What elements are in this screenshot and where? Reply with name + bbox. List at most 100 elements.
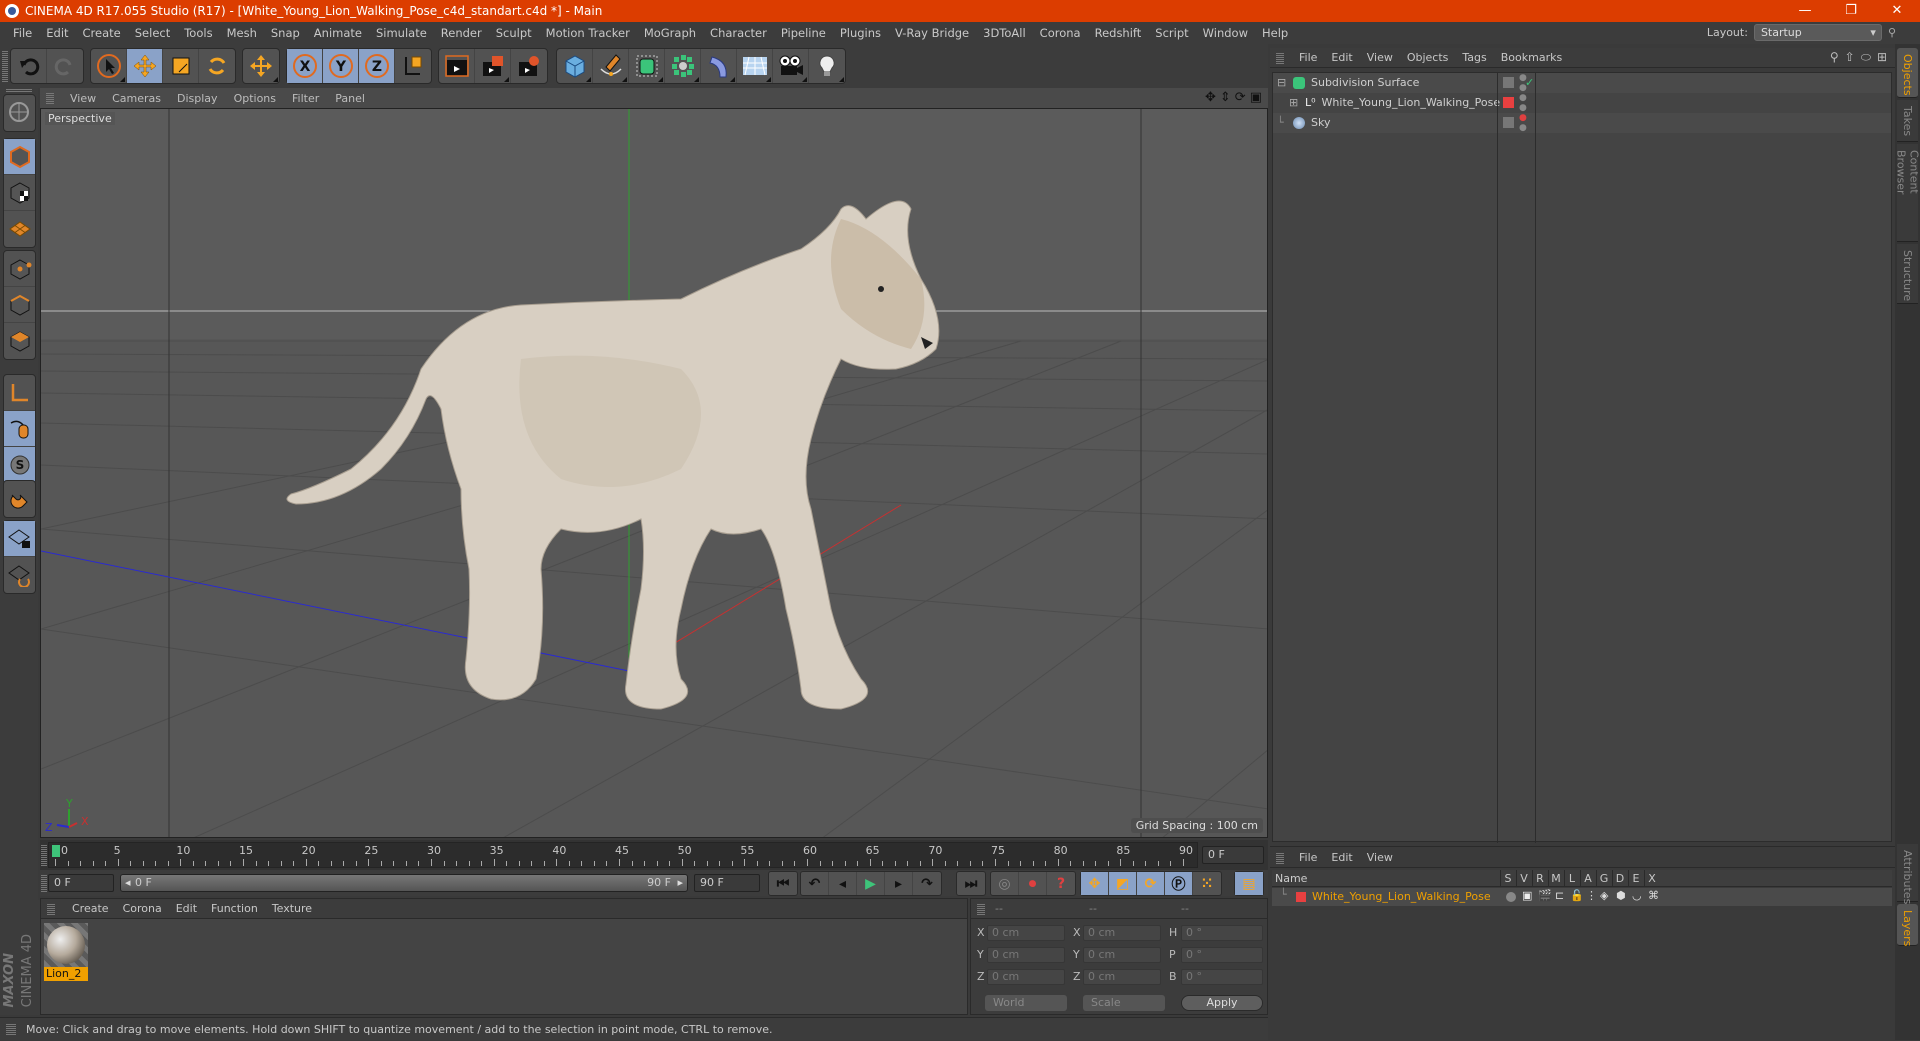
start-frame-field[interactable]: 0 F bbox=[48, 874, 114, 892]
search-icon[interactable]: ⚲ bbox=[1830, 50, 1839, 65]
manager-toggle-icon[interactable]: ⊏ bbox=[1555, 889, 1564, 902]
tweak-mode-icon[interactable] bbox=[4, 411, 35, 447]
bend-deformer-icon[interactable] bbox=[701, 49, 737, 83]
material-menu-corona[interactable]: Corona bbox=[116, 902, 169, 915]
material-menu-texture[interactable]: Texture bbox=[265, 902, 319, 915]
menu-help[interactable]: Help bbox=[1255, 26, 1295, 40]
viewport-menu-cameras[interactable]: Cameras bbox=[104, 92, 169, 105]
pen-spline-icon[interactable] bbox=[593, 49, 629, 83]
menu-mograph[interactable]: MoGraph bbox=[637, 26, 703, 40]
key-parameter-button[interactable]: Ⓟ bbox=[1165, 872, 1193, 895]
camera-icon[interactable] bbox=[773, 49, 809, 83]
column-s[interactable]: S bbox=[1500, 870, 1515, 887]
menu-animate[interactable]: Animate bbox=[307, 26, 369, 40]
make-editable-icon[interactable] bbox=[4, 95, 35, 131]
previous-frame-button[interactable]: ◂ bbox=[829, 872, 857, 895]
menu-create[interactable]: Create bbox=[76, 26, 128, 40]
viewport-menu-options[interactable]: Options bbox=[226, 92, 284, 105]
column-m[interactable]: M bbox=[1548, 870, 1563, 887]
tab-layers[interactable]: Layers bbox=[1897, 904, 1918, 946]
play-button[interactable]: ▶ bbox=[857, 872, 885, 895]
end-frame-field[interactable]: 90 F bbox=[694, 874, 760, 892]
pan-view-icon[interactable]: ✥ bbox=[1205, 90, 1216, 105]
layer-name[interactable]: White_Young_Lion_Walking_Pose bbox=[1312, 890, 1491, 903]
column-g[interactable]: G bbox=[1596, 870, 1611, 887]
lock-toggle-icon[interactable]: 🔓 bbox=[1570, 889, 1584, 902]
coord-rotation-field[interactable]: 0 ° bbox=[1181, 925, 1263, 941]
object-row-subdivision[interactable]: ⊟ Subdivision Surface ● ● ✓ bbox=[1273, 73, 1891, 93]
menu-v-ray-bridge[interactable]: V-Ray Bridge bbox=[888, 26, 976, 40]
model-mode-icon[interactable] bbox=[4, 139, 35, 175]
coord-rotation-field[interactable]: 0 ° bbox=[1181, 969, 1263, 985]
viewport-menu-filter[interactable]: Filter bbox=[284, 92, 327, 105]
viewport-menu-view[interactable]: View bbox=[62, 92, 104, 105]
render-picture-viewer-icon[interactable] bbox=[475, 49, 511, 83]
coordinate-mode-dropdown[interactable]: Scale bbox=[1083, 995, 1165, 1011]
timeline-window-button[interactable]: ▤ bbox=[1235, 872, 1263, 895]
coord-size-field[interactable]: 0 cm bbox=[1083, 947, 1161, 963]
restore-button[interactable]: ❐ bbox=[1828, 0, 1874, 22]
menu-file[interactable]: File bbox=[6, 26, 39, 40]
coord-size-field[interactable]: 0 cm bbox=[1083, 925, 1161, 941]
magnet-icon[interactable] bbox=[4, 481, 35, 517]
menu-simulate[interactable]: Simulate bbox=[369, 26, 434, 40]
visibility-dots-icon[interactable]: ● ● bbox=[1519, 93, 1527, 113]
render-toggle-icon[interactable]: 🎬 bbox=[1538, 889, 1552, 902]
frame-range-slider[interactable]: ◂ 0 F 90 F ▸ bbox=[120, 874, 688, 892]
undo-icon[interactable] bbox=[11, 49, 47, 83]
texture-mode-icon[interactable] bbox=[4, 175, 35, 211]
menu-redshift[interactable]: Redshift bbox=[1088, 26, 1149, 40]
tab-objects[interactable]: Objects bbox=[1897, 48, 1918, 98]
material-swatch[interactable]: Lion_2 bbox=[44, 923, 88, 981]
menu-character[interactable]: Character bbox=[703, 26, 774, 40]
viewport-menu-panel[interactable]: Panel bbox=[327, 92, 373, 105]
tab-takes[interactable]: Takes bbox=[1897, 100, 1918, 142]
object-menu-file[interactable]: File bbox=[1292, 51, 1324, 64]
solo-toggle[interactable] bbox=[1506, 892, 1516, 902]
key-rotation-button[interactable]: ⟳ bbox=[1137, 872, 1165, 895]
enabled-check-icon[interactable]: ✓ bbox=[1525, 73, 1534, 93]
zoom-view-icon[interactable]: ⇕ bbox=[1220, 90, 1231, 105]
menu-script[interactable]: Script bbox=[1148, 26, 1195, 40]
timeline-ruler[interactable]: 0 5 10 15 20 25 30 35 40 45 50 55 60 65 70 75 80 85 90 bbox=[48, 842, 1198, 868]
menu-snap[interactable]: Snap bbox=[264, 26, 307, 40]
polygons-mode-icon[interactable] bbox=[4, 323, 35, 359]
column-x[interactable]: X bbox=[1644, 870, 1659, 887]
points-mode-icon[interactable] bbox=[4, 251, 35, 287]
go-to-end-button[interactable]: ⏭ bbox=[957, 872, 985, 895]
tab-content-browser[interactable]: Content Browser bbox=[1895, 144, 1920, 242]
redo-icon[interactable] bbox=[47, 49, 83, 83]
menu-sculpt[interactable]: Sculpt bbox=[489, 26, 539, 40]
minimize-button[interactable]: — bbox=[1782, 0, 1828, 22]
light-icon[interactable] bbox=[809, 49, 845, 83]
coord-position-field[interactable]: 0 cm bbox=[987, 947, 1065, 963]
display-tag-icon[interactable] bbox=[1503, 117, 1514, 128]
z-axis-lock-button[interactable]: Z bbox=[359, 49, 395, 83]
workplane-mode-icon[interactable] bbox=[4, 211, 35, 247]
coord-position-field[interactable]: 0 cm bbox=[987, 925, 1065, 941]
coord-rotation-field[interactable]: 0 ° bbox=[1181, 947, 1263, 963]
menu-motion-tracker[interactable]: Motion Tracker bbox=[539, 26, 637, 40]
scale-icon[interactable] bbox=[163, 49, 199, 83]
coordinate-system-icon[interactable] bbox=[395, 49, 431, 83]
viewport-menu-display[interactable]: Display bbox=[169, 92, 226, 105]
key-pla-button[interactable]: ⁙ bbox=[1193, 872, 1221, 895]
column-e[interactable]: E bbox=[1628, 870, 1643, 887]
rotate-view-icon[interactable]: ⟳ bbox=[1235, 90, 1246, 105]
column-a[interactable]: A bbox=[1580, 870, 1595, 887]
object-menu-view[interactable]: View bbox=[1360, 51, 1400, 64]
layer-menu-file[interactable]: File bbox=[1292, 851, 1324, 864]
collapse-icon[interactable]: ⊟ bbox=[1277, 73, 1289, 93]
column-l[interactable]: L bbox=[1564, 870, 1579, 887]
last-tool-icon[interactable] bbox=[243, 49, 279, 83]
material-menu-create[interactable]: Create bbox=[65, 902, 116, 915]
previous-key-button[interactable]: ↶ bbox=[801, 872, 829, 895]
column-r[interactable]: R bbox=[1532, 870, 1547, 887]
material-menu-function[interactable]: Function bbox=[204, 902, 265, 915]
menu-3dtoall[interactable]: 3DToAll bbox=[976, 26, 1033, 40]
key-scale-button[interactable]: ◩ bbox=[1109, 872, 1137, 895]
menu-corona[interactable]: Corona bbox=[1033, 26, 1088, 40]
toggle-views-icon[interactable]: ▣ bbox=[1250, 90, 1262, 105]
close-button[interactable]: ✕ bbox=[1874, 0, 1920, 22]
snap-icon[interactable]: S bbox=[4, 447, 35, 483]
